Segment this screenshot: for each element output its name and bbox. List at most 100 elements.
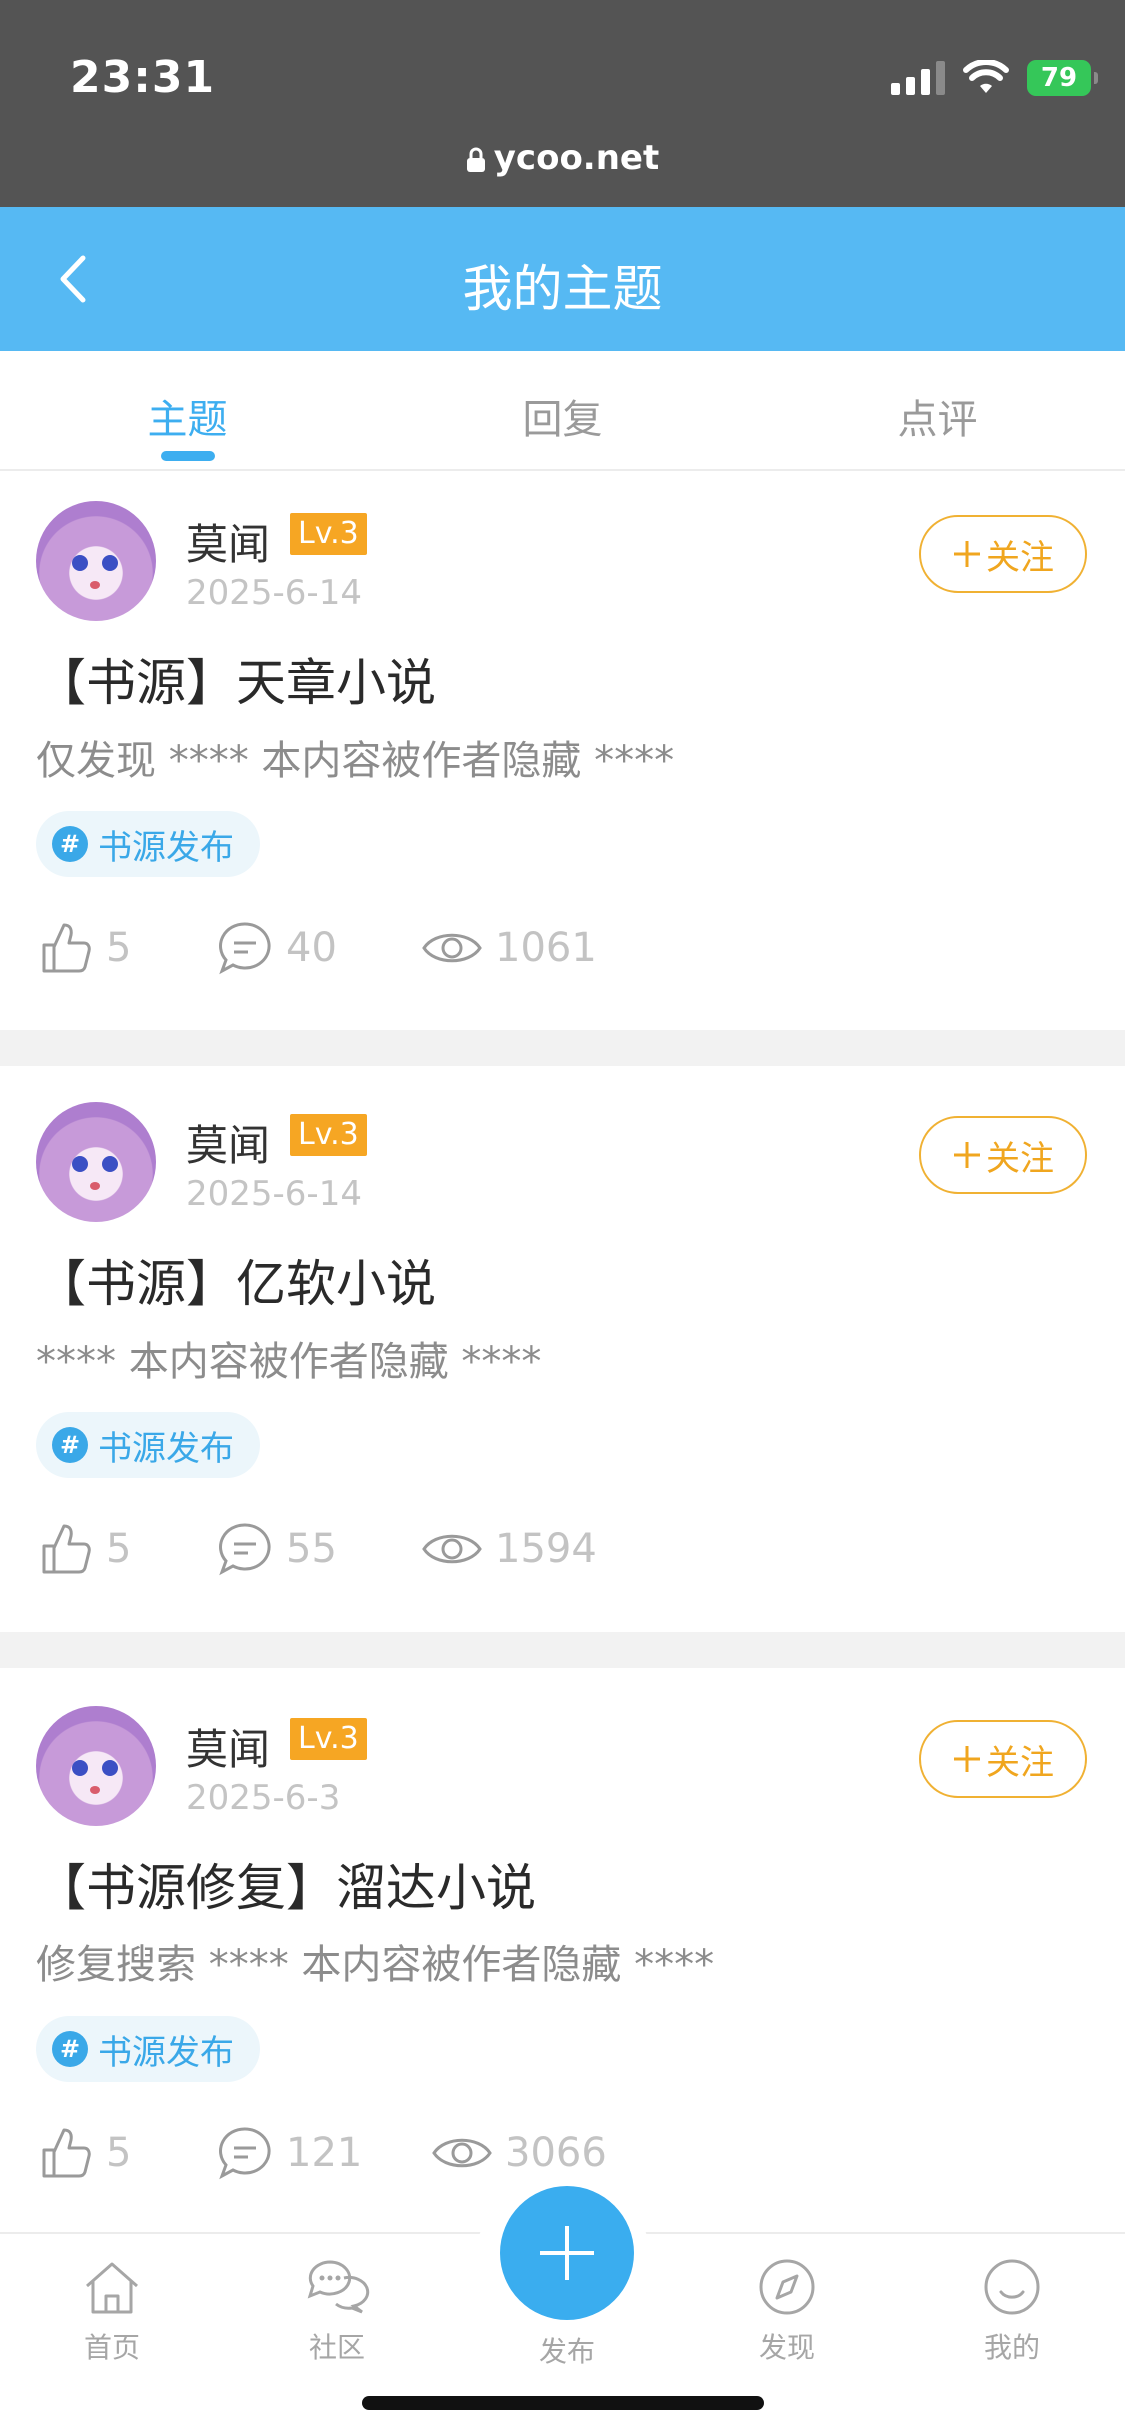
post-card[interactable]: 莫闻 Lv.3 2025-6-14 关注 【书源】天章小说 仅发现 **** 本…	[0, 473, 1125, 1040]
view-stat: 1061	[421, 925, 597, 971]
thumbs-up-icon	[42, 1524, 91, 1574]
home-icon	[86, 2262, 138, 2314]
topic-tag[interactable]: # 书源发布	[36, 2016, 260, 2082]
tab-reviews[interactable]: 点评	[750, 351, 1125, 469]
status-icons: 79	[891, 60, 1098, 96]
tag-label: 书源发布	[98, 827, 234, 868]
comment-count: 40	[286, 925, 337, 971]
username[interactable]: 莫闻	[186, 1716, 270, 1777]
status-bar: 23:31 79 ycoo.net	[0, 0, 1125, 207]
post-date: 2025-6-3	[186, 1778, 341, 1818]
like-count: 5	[106, 2130, 132, 2176]
username[interactable]: 莫闻	[186, 511, 270, 572]
comment-stat[interactable]: 121	[216, 2124, 431, 2182]
compass-icon	[759, 2259, 815, 2315]
post-stats: 5 121 3066	[36, 2118, 607, 2188]
comment-icon	[219, 922, 271, 975]
post-card[interactable]: 莫闻 Lv.3 2025-6-14 关注 【书源】亿软小说 **** 本内容被作…	[0, 1066, 1125, 1633]
nav-discover[interactable]: 发现	[727, 2256, 847, 2366]
thumbs-up-icon	[42, 923, 91, 973]
eye-icon	[422, 933, 482, 963]
tab-replies[interactable]: 回复	[375, 351, 750, 469]
tab-bar: 主题 回复 点评	[0, 351, 1125, 471]
view-count: 3066	[505, 2130, 607, 2176]
nav-label: 发布	[538, 2335, 595, 2368]
page-header: 我的主题	[0, 207, 1125, 351]
hashtag-icon: #	[52, 2031, 88, 2067]
like-stat[interactable]: 5	[36, 919, 216, 977]
post-title[interactable]: 【书源修复】溜达小说	[36, 1848, 536, 1920]
nav-community[interactable]: 社区	[277, 2256, 397, 2366]
view-stat: 1594	[421, 1526, 597, 1572]
post-card[interactable]: 莫闻 Lv.3 2025-6-3 关注 【书源修复】溜达小说 修复搜索 ****…	[0, 1668, 1125, 2232]
card-divider	[0, 1030, 1125, 1066]
home-indicator[interactable]	[362, 2396, 764, 2410]
tab-label: 回复	[522, 397, 603, 443]
url-text: ycoo.net	[493, 138, 660, 178]
username[interactable]: 莫闻	[186, 1112, 270, 1173]
topic-tag[interactable]: # 书源发布	[36, 811, 260, 877]
nav-label: 首页	[83, 2331, 140, 2364]
post-date: 2025-6-14	[186, 573, 362, 613]
post-title[interactable]: 【书源】天章小说	[36, 643, 436, 715]
like-count: 5	[106, 1526, 132, 1572]
lock-icon	[466, 147, 485, 172]
tag-label: 书源发布	[98, 2032, 234, 2073]
app-screen: 23:31 79 ycoo.net 我的主题 主题 回复 点评 莫闻 Lv.3 …	[0, 0, 1125, 2436]
plus-icon	[954, 1142, 980, 1168]
thumbs-up-icon	[42, 2128, 91, 2178]
topic-tag[interactable]: # 书源发布	[36, 1412, 260, 1478]
nav-label: 社区	[308, 2331, 365, 2364]
follow-label: 关注	[986, 1742, 1054, 1783]
nav-label: 我的	[983, 2331, 1040, 2364]
plus-icon	[954, 1746, 980, 1772]
tab-topics[interactable]: 主题	[0, 351, 375, 469]
nav-home[interactable]: 首页	[52, 2256, 172, 2366]
plus-icon	[954, 541, 980, 567]
tab-label: 主题	[147, 397, 228, 443]
card-divider	[0, 1632, 1125, 1668]
cellular-signal-icon	[891, 61, 945, 95]
nav-mine[interactable]: 我的	[952, 2256, 1072, 2366]
hashtag-icon: #	[52, 1427, 88, 1463]
tag-label: 书源发布	[98, 1428, 234, 1469]
level-badge: Lv.3	[290, 1114, 367, 1156]
like-stat[interactable]: 5	[36, 2124, 216, 2182]
comment-icon	[219, 2127, 271, 2180]
view-stat: 3066	[431, 2130, 607, 2176]
follow-button[interactable]: 关注	[919, 515, 1087, 593]
like-count: 5	[106, 925, 132, 971]
nav-label: 发现	[758, 2331, 815, 2364]
comment-count: 55	[286, 1526, 337, 1572]
post-excerpt: 仅发现 **** 本内容被作者隐藏 ****	[36, 738, 675, 784]
chat-bubbles-icon	[307, 2260, 370, 2314]
eye-icon	[422, 1534, 482, 1564]
level-badge: Lv.3	[290, 1718, 367, 1760]
plus-icon	[540, 2226, 594, 2280]
comment-stat[interactable]: 40	[216, 919, 421, 977]
avatar[interactable]	[36, 1706, 156, 1826]
avatar[interactable]	[36, 501, 156, 621]
post-stats: 5 40 1061	[36, 913, 597, 983]
hashtag-icon: #	[52, 826, 88, 862]
battery-level: 79	[1040, 63, 1078, 93]
like-stat[interactable]: 5	[36, 1520, 216, 1578]
wifi-icon	[963, 60, 1009, 93]
level-badge: Lv.3	[290, 513, 367, 555]
follow-button[interactable]: 关注	[919, 1720, 1087, 1798]
url-bar[interactable]: ycoo.net	[0, 138, 1125, 178]
comment-stat[interactable]: 55	[216, 1520, 421, 1578]
post-excerpt: **** 本内容被作者隐藏 ****	[36, 1339, 542, 1385]
battery-icon: 79	[1027, 60, 1098, 96]
post-title[interactable]: 【书源】亿软小说	[36, 1244, 436, 1316]
avatar[interactable]	[36, 1102, 156, 1222]
follow-label: 关注	[986, 1138, 1054, 1179]
post-stats: 5 55 1594	[36, 1514, 597, 1584]
publish-button[interactable]	[500, 2186, 634, 2320]
follow-label: 关注	[986, 537, 1054, 578]
post-excerpt: 修复搜索 **** 本内容被作者隐藏 ****	[36, 1942, 715, 1988]
follow-button[interactable]: 关注	[919, 1116, 1087, 1194]
comment-icon	[219, 1523, 271, 1576]
post-date: 2025-6-14	[186, 1174, 362, 1214]
tab-label: 点评	[897, 397, 978, 443]
